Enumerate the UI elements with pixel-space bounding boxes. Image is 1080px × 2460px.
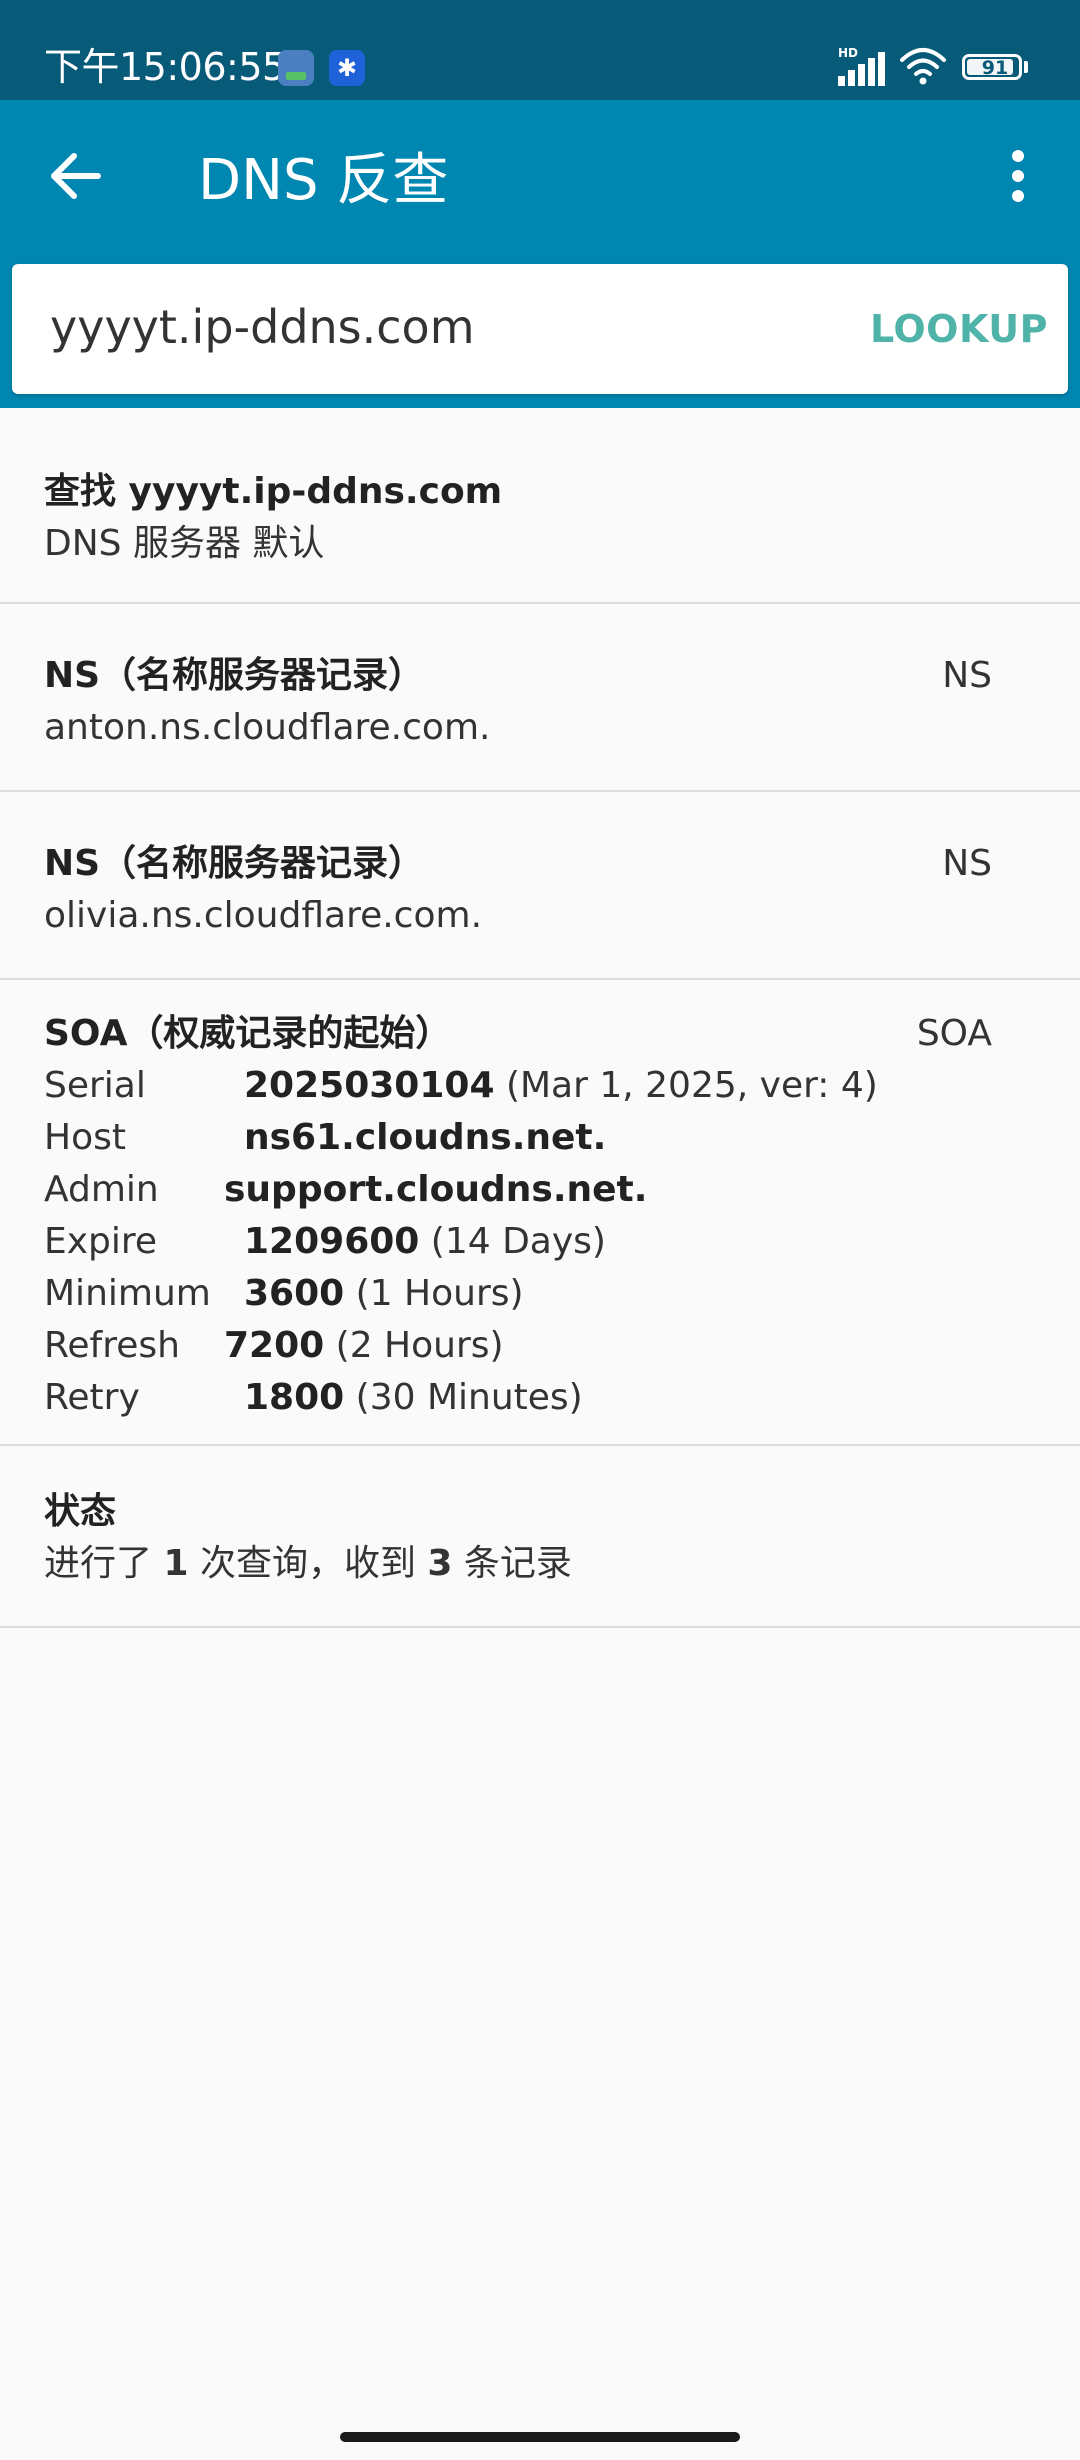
soa-value: 2025030104 xyxy=(244,1065,495,1106)
soa-key: Host xyxy=(44,1117,126,1158)
soa-key: Refresh xyxy=(44,1325,180,1366)
status-record-count: 3 xyxy=(427,1543,453,1584)
soa-key: Minimum xyxy=(44,1273,211,1314)
soa-serial: Serial 2025030104 (Mar 1, 2025, ver: 4) xyxy=(44,1060,1036,1112)
soa-value: 1800 xyxy=(244,1377,345,1418)
battery-level: 91 xyxy=(981,57,1009,79)
soa-key: Retry xyxy=(44,1377,140,1418)
network-badge: HD xyxy=(838,46,859,60)
wifi-icon xyxy=(900,48,946,85)
soa-type: SOA xyxy=(916,1013,992,1054)
cellular-signal-icon: HD xyxy=(838,46,888,86)
lookup-button[interactable]: LOOKUP xyxy=(864,296,1054,362)
soa-record-row[interactable]: SOA（权威记录的起始） SOA Serial 2025030104 (Mar 1… xyxy=(0,980,1080,1446)
status-bar: 下午15:06:55 ✱ HD 91 xyxy=(0,0,1080,100)
soa-note: (30 Minutes) xyxy=(344,1377,583,1418)
soa-minimum: Minimum 3600 (1 Hours) xyxy=(44,1268,1036,1320)
soa-value: 3600 xyxy=(244,1273,345,1314)
soa-host: Host ns61.cloudns.net. xyxy=(44,1112,1036,1164)
soa-note: (Mar 1, 2025, ver: 4) xyxy=(494,1065,878,1106)
status-prefix: 进行了 xyxy=(44,1543,164,1584)
soa-key: Serial xyxy=(44,1065,146,1106)
results-list: 查找 yyyyt.ip-ddns.com DNS 服务器 默认 NS（名称服务器… xyxy=(0,410,1080,1628)
app-notification-icon xyxy=(278,50,314,86)
status-row: 状态 进行了 1 次查询，收到 3 条记录 xyxy=(0,1446,1080,1628)
soa-refresh: Refresh 7200 (2 Hours) xyxy=(44,1320,1036,1372)
search-card: LOOKUP xyxy=(12,264,1068,394)
soa-title: SOA（权威记录的起始） xyxy=(44,1013,452,1054)
status-summary: 进行了 1 次查询，收到 3 条记录 xyxy=(44,1538,1036,1590)
status-time: 下午15:06:55 xyxy=(44,45,286,89)
soa-key: Admin xyxy=(44,1169,159,1210)
query-dns-server: DNS 服务器 默认 xyxy=(44,523,325,564)
status-suffix: 条记录 xyxy=(452,1543,572,1584)
record-type: NS xyxy=(942,655,992,696)
record-title: NS（名称服务器记录） xyxy=(44,655,425,696)
battery-tip xyxy=(1024,61,1028,73)
soa-value: ns61.cloudns.net. xyxy=(244,1117,607,1158)
status-middle: 次查询，收到 xyxy=(188,1543,428,1584)
soa-key: Expire xyxy=(44,1221,158,1262)
page-title: DNS 反查 xyxy=(198,148,449,213)
record-value: olivia.ns.cloudflare.com. xyxy=(44,895,483,936)
record-value: anton.ns.cloudflare.com. xyxy=(44,707,491,748)
more-vert-icon[interactable] xyxy=(990,140,1046,212)
record-row[interactable]: NS（名称服务器记录） olivia.ns.cloudflare.com. NS xyxy=(0,792,1080,980)
soa-note: (2 Hours) xyxy=(324,1325,504,1366)
shield-notification-icon: ✱ xyxy=(329,50,365,86)
gesture-nav-handle[interactable] xyxy=(340,2432,740,2442)
record-title: NS（名称服务器记录） xyxy=(44,843,425,884)
query-title: 查找 yyyyt.ip-ddns.com xyxy=(44,471,503,512)
soa-retry: Retry 1800 (30 Minutes) xyxy=(44,1372,1036,1424)
domain-input[interactable] xyxy=(50,292,810,362)
soa-value: support.cloudns.net. xyxy=(224,1169,648,1210)
search-band: LOOKUP xyxy=(0,256,1080,408)
app-bar: DNS 反查 xyxy=(0,100,1080,256)
back-arrow-icon[interactable] xyxy=(40,140,112,212)
soa-note: (1 Hours) xyxy=(344,1273,524,1314)
record-row[interactable]: NS（名称服务器记录） anton.ns.cloudflare.com. NS xyxy=(0,604,1080,792)
soa-value: 7200 xyxy=(224,1325,325,1366)
soa-admin: Admin support.cloudns.net. xyxy=(44,1164,1036,1216)
status-query-count: 1 xyxy=(163,1543,189,1584)
soa-value: 1209600 xyxy=(244,1221,420,1262)
record-type: NS xyxy=(942,843,992,884)
soa-note: (14 Days) xyxy=(419,1221,606,1262)
battery-icon: 91 xyxy=(962,54,1022,80)
status-title: 状态 xyxy=(44,1491,117,1532)
query-info-row: 查找 yyyyt.ip-ddns.com DNS 服务器 默认 xyxy=(0,410,1080,604)
soa-expire: Expire 1209600 (14 Days) xyxy=(44,1216,1036,1268)
